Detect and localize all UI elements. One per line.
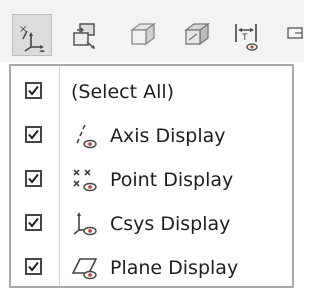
point-display-icon xyxy=(73,169,97,192)
csys-display-icon xyxy=(73,212,97,236)
menu-item-label: (Select All) xyxy=(71,81,175,103)
checkmark-icon xyxy=(28,173,39,184)
menu-item-plane-display[interactable]: Plane Display xyxy=(11,246,292,290)
svg-text:T: T xyxy=(241,33,248,43)
checkmark-icon xyxy=(28,261,39,272)
menu-item-label: Plane Display xyxy=(110,257,239,279)
hide-solid-box-icon xyxy=(184,22,210,46)
axis-point-csys-display-icon: × xyxy=(19,24,45,52)
show-body-button[interactable] xyxy=(122,14,162,56)
toolbar: × T xyxy=(0,0,304,62)
datum-display-menu: (Select All) Axis Display Point Display … xyxy=(9,64,294,288)
hide-body-button[interactable] xyxy=(176,14,216,56)
csys-display-checkbox[interactable] xyxy=(25,214,42,231)
menu-item-label: Axis Display xyxy=(110,125,226,147)
menu-item-axis-display[interactable]: Axis Display xyxy=(11,114,292,158)
checkmark-icon xyxy=(28,217,39,228)
show-solid-box-icon xyxy=(130,22,156,46)
plane-display-icon xyxy=(71,258,98,280)
checkmark-icon xyxy=(28,129,39,140)
menu-item-csys-display[interactable]: Csys Display xyxy=(11,202,292,246)
plane-display-checkbox[interactable] xyxy=(25,258,42,275)
menu-item-point-display[interactable]: Point Display xyxy=(11,158,292,202)
copy-to-layer-icon xyxy=(73,23,95,49)
more-icon xyxy=(287,27,303,39)
menu-item-label: Point Display xyxy=(110,169,234,191)
more-toolbar-button[interactable] xyxy=(282,14,320,56)
point-display-checkbox[interactable] xyxy=(25,170,42,187)
checkmark-icon xyxy=(28,85,39,96)
dimension-display-icon: T xyxy=(235,24,258,51)
dimension-display-button[interactable]: T xyxy=(228,14,268,56)
menu-item-select-all[interactable]: (Select All) xyxy=(11,70,292,114)
copy-button[interactable] xyxy=(66,14,106,56)
axis-display-checkbox[interactable] xyxy=(25,126,42,143)
menu-item-label: Csys Display xyxy=(110,213,231,235)
select-all-checkbox[interactable] xyxy=(25,82,42,99)
axis-display-icon xyxy=(76,124,97,149)
datum-display-dropdown-button[interactable]: × xyxy=(12,14,52,56)
